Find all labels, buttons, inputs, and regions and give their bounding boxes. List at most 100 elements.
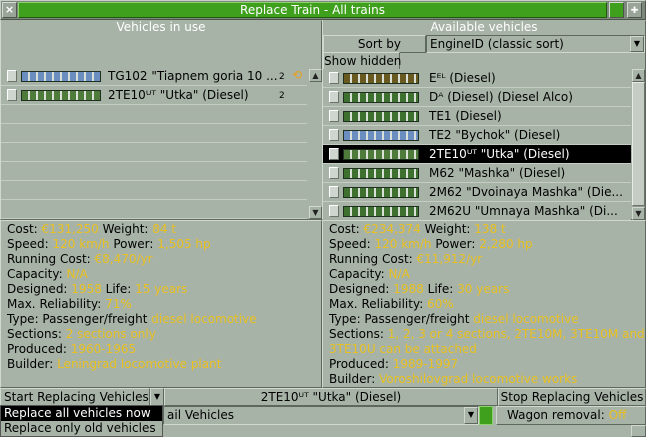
- close-icon[interactable]: ×: [2, 2, 17, 18]
- builder-value: Leningrad locomotive plant: [57, 357, 222, 371]
- sections-value-cont: 3TE10U can be attached: [329, 342, 477, 356]
- pin-icon[interactable]: ✚: [627, 2, 642, 18]
- weight-label: Weight:: [420, 222, 475, 236]
- list-item[interactable]: TE2 "Bychok" (Diesel): [323, 126, 631, 145]
- available-vehicles-scrollbar[interactable]: ▲ ▼: [632, 69, 645, 220]
- wagon-removal-value: Off: [608, 408, 627, 422]
- list-item[interactable]: Eᴱᴸ (Diesel): [323, 69, 631, 88]
- scroll-up-icon[interactable]: ▲: [309, 69, 322, 82]
- vehicle-sprite-icon: [21, 90, 101, 101]
- life-label: Life:: [101, 282, 136, 296]
- wagon-removal-label: Wagon removal:: [507, 408, 609, 422]
- scroll-thumb[interactable]: [632, 82, 645, 206]
- life-label: Life:: [423, 282, 458, 296]
- vehicle-sprite-icon: [343, 73, 419, 84]
- power-label: Power:: [109, 237, 158, 251]
- builder-label: Builder:: [7, 357, 58, 371]
- builder-label: Builder:: [329, 372, 380, 386]
- vehicle-name: M62 "Mashka" (Diesel): [429, 166, 566, 180]
- resize-handle[interactable]: [631, 425, 646, 437]
- running-cost-value: €11,912/yr: [416, 252, 483, 266]
- vehicles-in-use-list[interactable]: TG102 "Tiapnem goria 10 ... 2 ⟲ 2TE10ᵁᵀ "Ut…: [1, 67, 321, 219]
- chevron-down-icon[interactable]: ▼: [150, 388, 164, 406]
- empty-row: [1, 162, 307, 181]
- title-bar[interactable]: × Replace Train - All trains ✚: [0, 0, 646, 20]
- vehicle-name: 2M62U "Umnaya Mashka" (Di...: [429, 204, 618, 218]
- vehicles-in-use-scrollbar[interactable]: ▲ ▼: [309, 69, 322, 219]
- stop-replacing-button[interactable]: Stop Replacing Vehicles: [498, 388, 646, 406]
- vehicle-count: 2: [279, 72, 285, 82]
- vehicle-sprite-icon: [343, 92, 419, 103]
- scroll-down-icon[interactable]: ▼: [309, 206, 322, 219]
- vehicle-name: 2TE10ᵁᵀ "Utka" (Diesel): [108, 88, 249, 102]
- list-item[interactable]: Dᴬ (Diesel) (Diesel Alco): [323, 88, 631, 107]
- empty-row: [1, 105, 307, 124]
- speed-label: Speed:: [7, 237, 53, 251]
- sort-by-button[interactable]: Sort by: [323, 35, 426, 53]
- vehicle-type-icon[interactable]: [329, 129, 339, 141]
- list-item[interactable]: 2M62U "Umnaya Mashka" (Di...: [323, 202, 631, 221]
- vehicle-sprite-icon: [343, 168, 419, 179]
- vehicle-type-icon[interactable]: [329, 91, 339, 103]
- vehicle-sprite-icon: [343, 187, 419, 198]
- sort-criteria-dropdown[interactable]: EngineID (classic sort) ▼: [426, 35, 645, 53]
- available-vehicles-list[interactable]: Eᴱᴸ (Diesel) Dᴬ (Diesel) (Diesel Alco) TE1…: [323, 69, 631, 221]
- show-hidden-button[interactable]: Show hidden: [323, 52, 401, 70]
- vehicle-name: TE1 (Diesel): [429, 109, 502, 123]
- capacity-label: Capacity:: [329, 267, 389, 281]
- vehicle-name: TG102 "Tiapnem goria 10 ...: [108, 69, 278, 83]
- vehicle-type-icon[interactable]: [329, 72, 339, 84]
- life-value: 30 years: [457, 282, 510, 296]
- vehicle-type-icon[interactable]: [7, 70, 17, 82]
- scroll-down-icon[interactable]: ▼: [632, 207, 645, 220]
- weight-label: Weight:: [98, 222, 153, 236]
- sticky-icon[interactable]: [609, 2, 624, 18]
- chevron-down-icon[interactable]: ▼: [464, 407, 478, 424]
- list-item[interactable]: 2M62 "Dvoinaya Mashka" (Die...: [323, 183, 631, 202]
- replace-mode-popup[interactable]: Replace all vehicles now Replace only ol…: [0, 405, 163, 437]
- vehicle-count: 2: [279, 91, 285, 101]
- right-vehicle-details: Cost: €234,374 Weight: 138 t Speed: 120 …: [329, 222, 645, 387]
- list-item[interactable]: TE1 (Diesel): [323, 107, 631, 126]
- popup-option-all-now[interactable]: Replace all vehicles now: [1, 406, 162, 421]
- wagon-removal-toggle[interactable]: Wagon removal: Off: [496, 406, 646, 425]
- vehicle-sprite-icon: [343, 111, 419, 122]
- cost-value: €234,374: [363, 222, 421, 236]
- toggle-indicator[interactable]: [479, 406, 493, 425]
- window-title[interactable]: Replace Train - All trains: [18, 2, 607, 18]
- sections-value: 1, 2, 3 or 4 sections, 2TE10M, 3TE10M an…: [387, 327, 645, 341]
- running-cost-value: €8,470/yr: [94, 252, 153, 266]
- cost-label: Cost:: [7, 222, 42, 236]
- replacement-vehicle-display: 2TE10ᵁᵀ "Utka" (Diesel): [164, 388, 498, 406]
- rail-type-dropdown[interactable]: ail Vehicles ▼: [163, 406, 479, 425]
- scroll-up-icon[interactable]: ▲: [632, 69, 645, 82]
- list-item[interactable]: 2TE10ᵁᵀ "Utka" (Diesel): [323, 145, 631, 164]
- vehicle-type-icon[interactable]: [329, 205, 339, 217]
- replace-train-window: × Replace Train - All trains ✚ Vehicles …: [0, 0, 646, 437]
- list-item[interactable]: TG102 "Tiapnem goria 10 ... 2 ⟲: [1, 67, 307, 86]
- start-replacing-button[interactable]: Start Replacing Vehicles: [0, 388, 150, 406]
- reliability-value: 60%: [427, 297, 454, 311]
- designed-value: 1988: [393, 282, 424, 296]
- type-label: Type: Passenger/freight: [7, 312, 152, 326]
- type-label: Type: Passenger/freight: [329, 312, 474, 326]
- autoreplace-icon: ⟲: [292, 68, 303, 82]
- vehicle-type-icon[interactable]: [329, 167, 339, 179]
- weight-value: 138 t: [474, 222, 506, 236]
- list-item[interactable]: M62 "Mashka" (Diesel): [323, 164, 631, 183]
- vehicle-name: 2M62 "Dvoinaya Mashka" (Die...: [429, 185, 623, 199]
- chevron-down-icon[interactable]: ▼: [630, 36, 644, 52]
- popup-option-only-old[interactable]: Replace only old vehicles: [1, 421, 162, 436]
- vehicle-type-icon[interactable]: [7, 89, 17, 101]
- running-cost-label: Running Cost:: [7, 252, 95, 266]
- life-value: 15 years: [135, 282, 188, 296]
- vehicle-type-icon[interactable]: [329, 186, 339, 198]
- produced-value: 1960-1965: [70, 342, 137, 356]
- list-item[interactable]: 2TE10ᵁᵀ "Utka" (Diesel) 2: [1, 86, 307, 105]
- vehicle-name: TE2 "Bychok" (Diesel): [429, 128, 561, 142]
- vehicle-type-icon[interactable]: [329, 110, 339, 122]
- power-value: 1,505 hp: [157, 237, 211, 251]
- vehicle-type-icon[interactable]: [329, 148, 339, 160]
- produced-value: 1989-1997: [392, 357, 459, 371]
- empty-row: [1, 143, 307, 162]
